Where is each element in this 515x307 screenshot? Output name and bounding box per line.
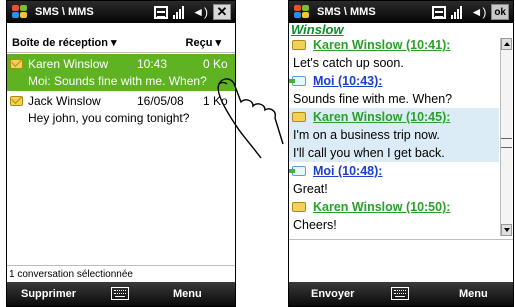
envelope-icon <box>10 59 23 69</box>
inbox-screen: SMS \ MMS ◄) ✕ Boîte de réception ▾ Reçu… <box>6 0 236 307</box>
signal-icon[interactable] <box>173 5 187 19</box>
message-size: 1 Ko <box>203 94 228 108</box>
scroll-down-button[interactable] <box>501 224 512 236</box>
message-time: 16/05/08 <box>137 94 184 108</box>
received-message-icon <box>292 202 306 212</box>
keyboard-icon[interactable] <box>432 5 447 19</box>
title-bar: SMS \ MMS ◄) ok <box>289 1 513 23</box>
message-body: Sounds fine with me. When? <box>293 92 453 106</box>
windows-logo-icon[interactable] <box>293 4 311 20</box>
compose-area[interactable] <box>289 239 513 281</box>
message-body: I'm on a business trip now. <box>289 126 499 144</box>
app-title: SMS \ MMS <box>317 6 376 18</box>
sender-link[interactable]: Karen Winslow (10:41): <box>293 38 450 52</box>
delete-softkey[interactable]: Supprimer <box>21 288 76 300</box>
sent-message-icon <box>289 76 306 86</box>
sender-name: Jack Winslow <box>28 94 101 108</box>
message-row-karen[interactable]: Karen Winslow 10:43 0 Ko Moi: Sounds fin… <box>7 54 235 91</box>
sender-name: Karen Winslow <box>28 57 109 71</box>
windows-logo-icon[interactable] <box>11 4 29 20</box>
message-body: Cheers! <box>293 218 337 232</box>
close-button[interactable]: ✕ <box>213 4 231 20</box>
menu-softkey[interactable]: Menu <box>173 288 202 300</box>
folder-dropdown[interactable]: Boîte de réception ▾ <box>12 36 117 49</box>
keyboard-icon[interactable] <box>154 5 169 19</box>
message-time: 10:43 <box>137 57 168 71</box>
send-softkey[interactable]: Envoyer <box>311 288 354 300</box>
message-header-karen[interactable]: Karen Winslow (10:41): <box>289 36 499 54</box>
sender-link[interactable]: Moi (10:43): <box>293 74 382 88</box>
message-header-karen[interactable]: Karen Winslow (10:50): <box>289 198 499 216</box>
message-header-moi[interactable]: Moi (10:43): <box>289 72 499 90</box>
keyboard-icon[interactable] <box>111 287 129 300</box>
signal-icon[interactable] <box>451 5 465 19</box>
conversation-title: Winslow <box>291 22 344 37</box>
volume-icon[interactable]: ◄) <box>470 5 486 19</box>
scroll-thumb[interactable] <box>501 138 512 148</box>
scrollbar[interactable] <box>500 38 512 236</box>
selection-status: 1 conversation sélectionnée <box>7 265 235 283</box>
conversation-screen: SMS \ MMS ◄) ok Winslow Karen Winslow (1… <box>288 0 514 307</box>
received-message-icon <box>292 112 306 122</box>
message-preview: Moi: Sounds fine with me. When? <box>28 74 207 88</box>
message-row-jack[interactable]: Jack Winslow 16/05/08 1 Ko Hey john, you… <box>7 91 235 128</box>
title-bar: SMS \ MMS ◄) ✕ <box>7 1 235 23</box>
message-preview: Hey john, you coming tonight? <box>28 111 190 125</box>
envelope-icon <box>10 96 23 106</box>
softkey-bar: Envoyer Menu <box>289 282 513 306</box>
sender-link[interactable]: Karen Winslow (10:50): <box>293 200 450 214</box>
ok-button[interactable]: ok <box>491 4 509 20</box>
app-title: SMS \ MMS <box>35 6 94 18</box>
received-message-icon <box>292 40 306 50</box>
sender-link[interactable]: Moi (10:48): <box>293 164 382 178</box>
sent-message-icon <box>289 166 306 176</box>
message-header-moi[interactable]: Moi (10:48): <box>289 162 499 180</box>
sort-dropdown[interactable]: Reçu ▾ <box>186 36 221 49</box>
message-size: 0 Ko <box>203 57 228 71</box>
keyboard-icon[interactable] <box>391 287 409 300</box>
list-header: Boîte de réception ▾ Reçu ▾ <box>7 33 235 53</box>
conversation-thread[interactable]: Karen Winslow (10:41): Let's catch up soo… <box>289 36 499 234</box>
sender-link[interactable]: Karen Winslow (10:45): <box>293 110 450 124</box>
message-body: I'll call you when I get back. <box>289 144 499 162</box>
menu-softkey[interactable]: Menu <box>459 288 488 300</box>
volume-icon[interactable]: ◄) <box>192 5 208 19</box>
message-body: Great! <box>293 182 328 196</box>
softkey-bar: Supprimer Menu <box>7 282 235 306</box>
message-body: Let's catch up soon. <box>293 56 404 70</box>
message-header-karen[interactable]: Karen Winslow (10:45): <box>289 108 499 126</box>
scroll-up-button[interactable] <box>501 38 512 50</box>
